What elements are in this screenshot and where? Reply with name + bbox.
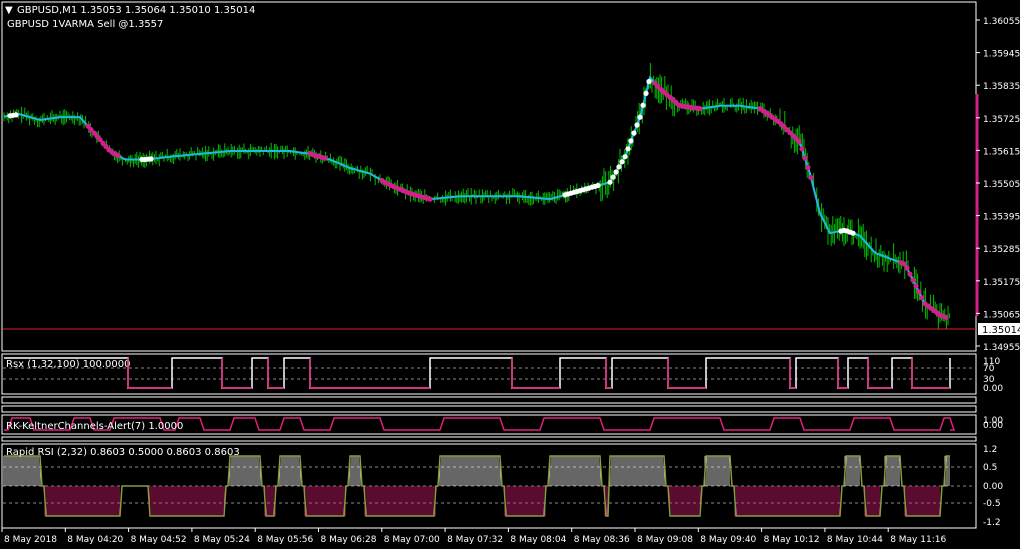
time-tick-label: 8 May 04:52 <box>131 535 187 545</box>
buy-signal-dot <box>625 146 631 152</box>
rapid-rsi-axis-label: -1.2 <box>983 518 1001 528</box>
sell-signal-dot <box>322 155 328 161</box>
sell-signal-dot <box>799 146 805 152</box>
price-axis: 1.36055 1.35945 1.35835 1.35725 1.35615 1.355… <box>976 17 1020 353</box>
time-tick-label: 8 May 10:44 <box>827 535 883 545</box>
sell-signal-dot <box>910 277 916 283</box>
empty-panel-1 <box>1 396 977 404</box>
sell-signal-dot <box>913 283 919 289</box>
buy-signal-dot <box>637 114 643 120</box>
time-tick-label: 8 May 08:04 <box>510 535 566 545</box>
time-tick-label: 8 May 06:28 <box>321 535 377 545</box>
price-tick-label: 1.35395 <box>983 213 1020 223</box>
sell-signal-dot <box>115 153 121 159</box>
price-tick-label: 1.35835 <box>983 82 1020 92</box>
price-tick-label: 1.35615 <box>983 147 1020 157</box>
buy-signal-dot <box>850 230 856 236</box>
buy-signal-dot <box>613 169 619 175</box>
buy-signal-dot <box>13 112 19 118</box>
time-tick-label: 8 May 04:20 <box>67 535 123 545</box>
sell-signal-dot <box>808 175 814 181</box>
sell-signal-dot <box>796 139 802 145</box>
buy-signal-dot <box>640 102 646 108</box>
sell-signal-dot <box>919 295 925 301</box>
sell-signal-dot <box>697 106 703 112</box>
buy-signal-dot <box>622 154 628 160</box>
time-tick-label: 8 May 2018 <box>4 535 57 545</box>
price-tick-label: 1.35725 <box>983 115 1020 125</box>
current-price-label: 1.35014 <box>982 325 1020 336</box>
sell-signal-dot <box>805 164 811 171</box>
buy-signal-dot <box>634 122 640 128</box>
main-panel-frame <box>1 1 977 352</box>
rsx-axis: 11070300.00 <box>983 357 1003 394</box>
empty-panel-2 <box>1 405 977 413</box>
buy-signal-dot <box>616 164 622 170</box>
rapid-rsi-axis-label: 0.5 <box>983 463 997 473</box>
rapid-rsi-axis: 1.2 0.5 0.00 -0.5 -1.2 <box>983 445 1003 528</box>
keltner-label: RK-KeltnerChannels-Alert(7) 1.0000 <box>6 421 183 432</box>
rapid-rsi-axis-label: -0.5 <box>983 499 1001 509</box>
time-tick-label: 8 May 05:24 <box>194 535 250 545</box>
price-tick-label: 1.35175 <box>983 278 1020 288</box>
sell-signal-dot <box>904 265 910 271</box>
sell-signal-dot <box>907 271 913 277</box>
buy-signal-dot <box>148 156 154 162</box>
time-tick-label: 8 May 10:12 <box>764 535 820 545</box>
buy-signal-dot <box>610 174 616 180</box>
price-tick-label: 1.35285 <box>983 245 1020 255</box>
time-tick-label: 8 May 09:40 <box>700 535 756 545</box>
time-tick-label: 8 May 07:00 <box>384 535 440 545</box>
price-tick-label: 1.35945 <box>983 50 1020 60</box>
keltner-axis: 1.000.00 <box>983 416 1003 431</box>
trading-chart[interactable]: 1.35014 1.36055 1.35945 1.35835 1.35725 1.35… <box>0 0 1020 549</box>
rapid-rsi-label: Rapid RSI (2,32) 0.8603 0.5000 0.8603 0.… <box>6 447 240 458</box>
sell-signal-dot <box>901 261 907 267</box>
time-tick-label: 8 May 09:08 <box>637 535 693 545</box>
time-tick-label: 8 May 07:32 <box>447 535 503 545</box>
rsx-axis-label: 0.00 <box>983 384 1003 394</box>
price-tick-label: 1.36055 <box>983 17 1020 27</box>
price-tick-label: 1.34955 <box>983 343 1020 353</box>
buy-signal-dot <box>646 78 652 85</box>
collapse-icon[interactable]: ▼ <box>5 5 13 16</box>
buy-signal-dot <box>628 138 634 144</box>
buy-signal-dot <box>595 182 601 189</box>
sell-signal-dot <box>427 196 433 202</box>
time-tick-label: 8 May 05:56 <box>257 535 313 545</box>
indicator-info: GBPUSD 1VARMA Sell @1.3557 <box>7 19 163 30</box>
buy-signal-dot <box>643 90 649 96</box>
rapid-rsi-axis-label: 0.00 <box>983 482 1003 492</box>
price-tick-label: 1.35505 <box>983 180 1020 190</box>
sell-signal-dot <box>916 289 922 295</box>
empty-panel-3 <box>1 436 977 442</box>
sell-signal-dot <box>943 314 949 320</box>
price-tick-label: 1.35065 <box>983 310 1020 320</box>
symbol-info: GBPUSD,M1 1.35053 1.35064 1.35010 1.3501… <box>17 5 255 16</box>
rsx-label: Rsx (1,32,100) 100.0000 <box>6 359 130 370</box>
time-axis: 8 May 2018 8 May 04:20 8 May 04:52 8 May 05… <box>1 528 946 545</box>
keltner-axis-label: 0.00 <box>983 421 1003 431</box>
buy-signal-dot <box>607 179 613 185</box>
rsx-axis-label: 70 <box>983 364 995 374</box>
rapid-rsi-axis-label: 1.2 <box>983 445 997 455</box>
buy-signal-dot <box>619 159 625 165</box>
buy-signal-dot <box>631 130 637 136</box>
sell-signal-dot <box>802 155 808 161</box>
time-tick-label: 8 May 08:36 <box>574 535 630 545</box>
time-tick-label: 8 May 11:16 <box>890 535 946 545</box>
